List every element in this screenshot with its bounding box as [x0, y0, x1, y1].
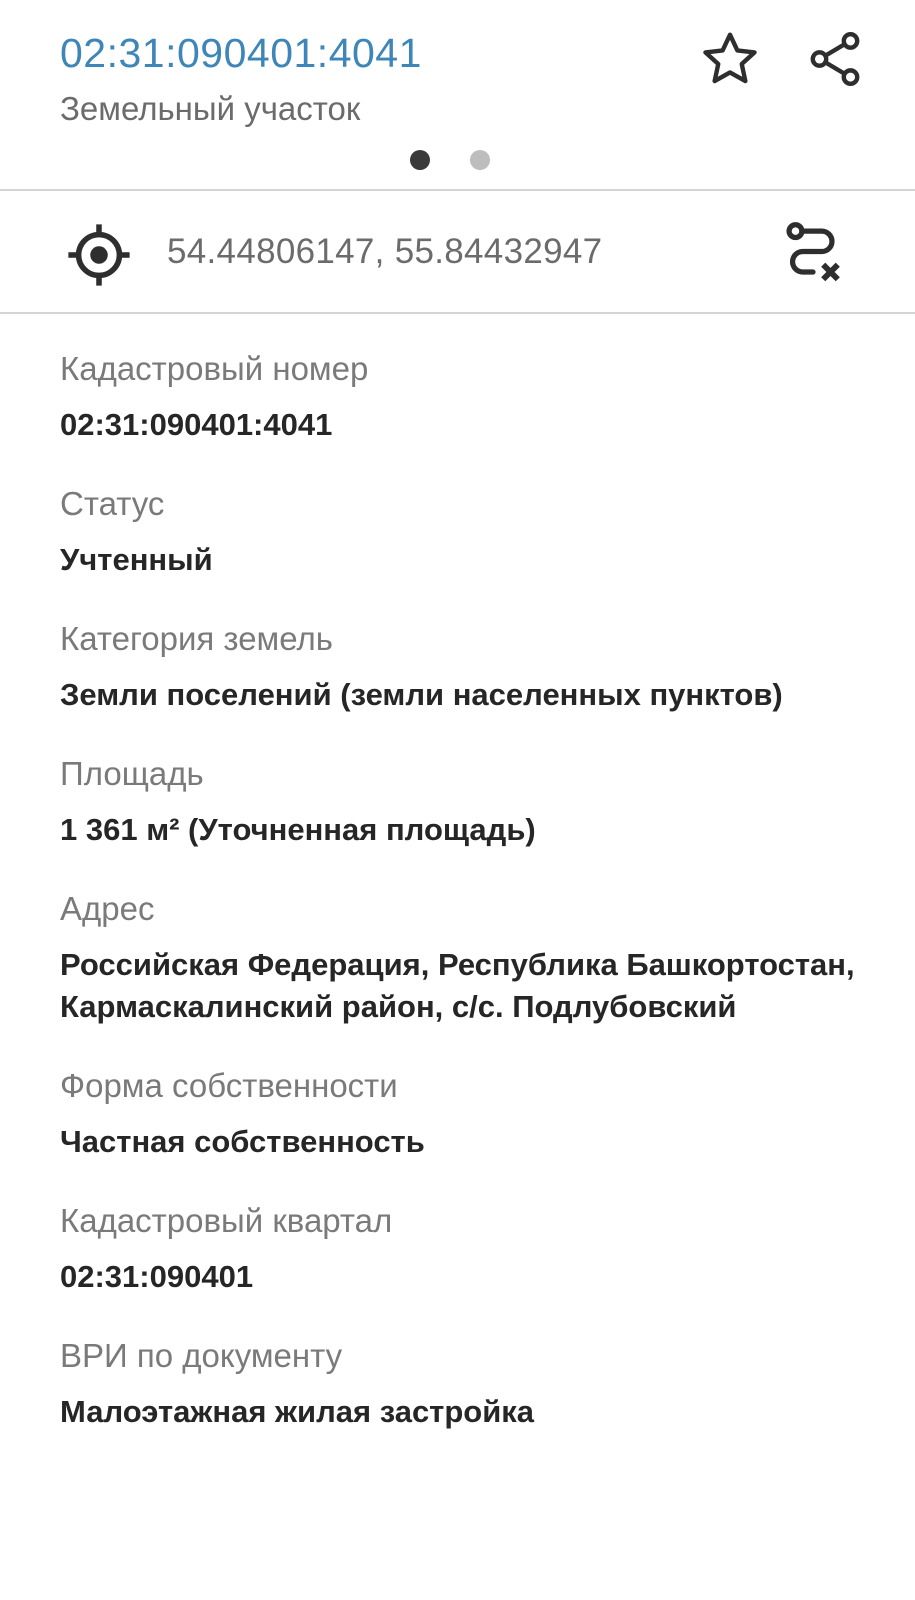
- crosshair-target-icon[interactable]: [64, 220, 134, 290]
- page-indicator: [410, 150, 490, 170]
- field-value[interactable]: 1 361 м² (Уточненная площадь): [60, 809, 880, 851]
- field-status: Статус Учтенный: [60, 483, 880, 581]
- route-clear-icon[interactable]: [778, 218, 848, 288]
- field-value[interactable]: Малоэтажная жилая застройка: [60, 1391, 880, 1433]
- field-value[interactable]: 02:31:090401:4041: [60, 404, 880, 446]
- field-label: ВРИ по документу: [60, 1337, 343, 1374]
- field-ownership-form: Форма собственности Частная собственност…: [60, 1065, 880, 1163]
- field-address: Адрес Российская Федерация, Республика Б…: [60, 888, 880, 1028]
- properties-list: Кадастровый номер 02:31:090401:4041 Стат…: [60, 348, 880, 1470]
- field-label: Кадастровый номер: [60, 350, 369, 387]
- favorite-button[interactable]: [695, 24, 765, 94]
- divider: [0, 312, 915, 314]
- field-permitted-use: ВРИ по документу Малоэтажная жилая застр…: [60, 1335, 880, 1433]
- field-label: Форма собственности: [60, 1067, 398, 1104]
- field-label: Категория земель: [60, 620, 333, 657]
- field-label: Площадь: [60, 755, 204, 792]
- field-area: Площадь 1 361 м² (Уточненная площадь): [60, 753, 880, 851]
- field-value[interactable]: Частная собственность: [60, 1121, 880, 1163]
- page-dot[interactable]: [470, 150, 490, 170]
- field-label: Адрес: [60, 890, 155, 927]
- field-value[interactable]: Учтенный: [60, 539, 880, 581]
- field-value[interactable]: Земли поселений (земли населенных пункто…: [60, 674, 880, 716]
- object-header: 02:31:090401:4041 Земельный участок: [0, 0, 915, 192]
- object-type-subtitle: Земельный участок: [60, 90, 361, 127]
- star-outline-icon: [703, 32, 757, 84]
- cadastral-number-title[interactable]: 02:31:090401:4041: [60, 30, 422, 77]
- share-button[interactable]: [800, 24, 870, 94]
- field-value[interactable]: Российская Федерация, Республика Башкорт…: [60, 944, 880, 1028]
- field-cadastral-number: Кадастровый номер 02:31:090401:4041: [60, 348, 880, 446]
- field-value[interactable]: 02:31:090401: [60, 1256, 880, 1298]
- field-cadastral-quarter: Кадастровый квартал 02:31:090401: [60, 1200, 880, 1298]
- field-label: Статус: [60, 485, 165, 522]
- page-dot-active[interactable]: [410, 150, 430, 170]
- share-icon: [810, 32, 860, 86]
- coordinates-row: 54.44806147, 55.84432947: [0, 194, 915, 318]
- field-land-category: Категория земель Земли поселений (земли …: [60, 618, 880, 716]
- field-label: Кадастровый квартал: [60, 1202, 393, 1239]
- coordinates-text[interactable]: 54.44806147, 55.84432947: [167, 232, 602, 272]
- divider: [0, 189, 915, 191]
